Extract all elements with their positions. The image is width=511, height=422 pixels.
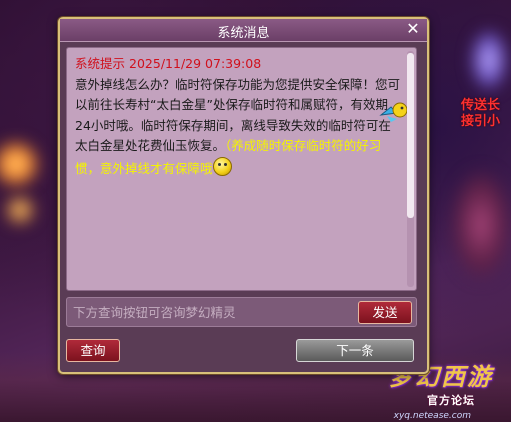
message-header-label: 系统提示	[75, 56, 126, 71]
next-message-button[interactable]: 下一条	[296, 339, 414, 362]
close-icon[interactable]: ✕	[405, 21, 421, 37]
background-crystal	[471, 30, 507, 90]
background-flower	[0, 140, 40, 188]
send-button[interactable]: 发送	[358, 301, 412, 324]
forum-logo-text: 官方论坛	[427, 394, 475, 407]
input-row: 发送	[66, 297, 417, 327]
message-timestamp: 2025/11/29 07:39:08	[129, 56, 262, 71]
system-message-dialog: 系统消息 ✕ 系统提示 2025/11/29 07:39:08 意外掉线怎么办？临…	[58, 17, 429, 374]
npc-side-text: 传送长接引小	[461, 98, 501, 129]
bird-emoji-icon	[379, 102, 408, 122]
query-button[interactable]: 查询	[66, 339, 120, 362]
dialog-titlebar: 系统消息 ✕	[60, 19, 427, 42]
background-character	[451, 170, 511, 280]
message-scrollbar[interactable]	[407, 51, 414, 287]
smile-emoji-icon	[212, 156, 232, 176]
message-content: 系统提示 2025/11/29 07:39:08 意外掉线怎么办？临时符保存功能为…	[75, 54, 402, 179]
question-input[interactable]	[71, 299, 351, 325]
forum-url: xyq.netease.com	[393, 411, 471, 421]
message-header: 系统提示 2025/11/29 07:39:08	[75, 54, 402, 75]
background-flower-small	[6, 196, 34, 224]
dialog-title: 系统消息	[217, 26, 270, 41]
message-panel: 系统提示 2025/11/29 07:39:08 意外掉线怎么办？临时符保存功能为…	[66, 47, 417, 291]
scrollbar-thumb[interactable]	[407, 53, 414, 218]
